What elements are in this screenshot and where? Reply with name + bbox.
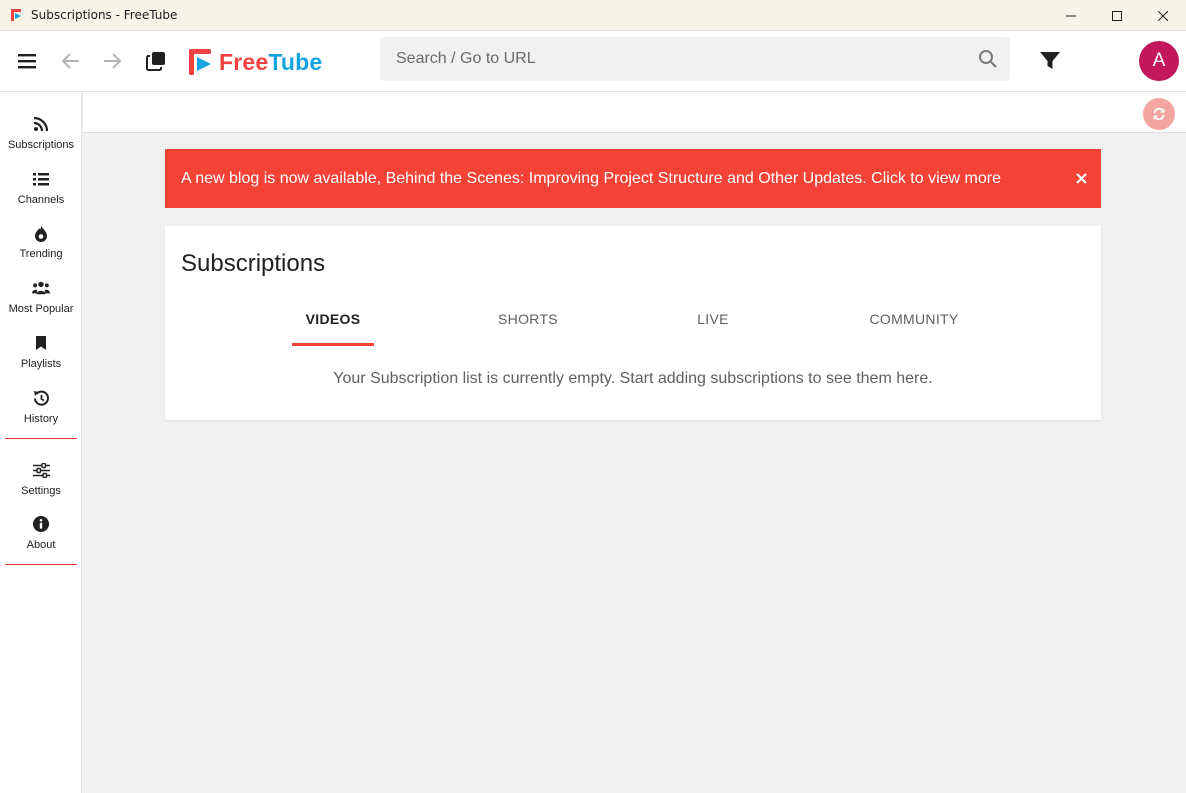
arrow-right-icon [104, 53, 122, 69]
maximize-button[interactable] [1094, 0, 1140, 31]
close-icon [1075, 172, 1087, 184]
tab-live[interactable]: LIVE [673, 311, 753, 327]
sidebar-item-label: Playlists [20, 358, 62, 370]
search-input[interactable] [396, 50, 956, 68]
sidebar-item-label: Subscriptions [7, 139, 75, 151]
arrow-left-icon [61, 53, 79, 69]
bookmark-icon [32, 334, 50, 352]
logo-text-free: Free [219, 48, 269, 75]
window-title: Subscriptions - FreeTube [31, 8, 178, 22]
search-icon[interactable] [978, 49, 998, 69]
sidebar-item-trending[interactable]: Trending [0, 215, 82, 267]
sidebar-item-label: About [26, 539, 56, 551]
filter-icon [1040, 52, 1060, 69]
freetube-app-icon [9, 7, 25, 23]
tab-videos[interactable]: VIDEOS [292, 311, 374, 327]
menu-button[interactable] [15, 49, 39, 73]
tab-shorts[interactable]: SHORTS [483, 311, 573, 327]
refresh-bar [83, 92, 1186, 133]
sidebar-item-playlists[interactable]: Playlists [0, 325, 82, 377]
sidebar-item-subscriptions[interactable]: Subscriptions [0, 106, 82, 158]
refresh-button[interactable] [1143, 98, 1175, 130]
logo-text-tube: Tube [268, 48, 323, 75]
blog-banner[interactable]: A new blog is now available, Behind the … [165, 149, 1101, 208]
banner-close-button[interactable] [1071, 168, 1091, 188]
sidebar-item-label: Trending [19, 248, 63, 260]
tab-community[interactable]: COMMUNITY [859, 311, 969, 327]
hamburger-icon [18, 54, 36, 69]
page-title: Subscriptions [181, 250, 326, 277]
logo-text: FreeTube [219, 49, 322, 76]
subscriptions-card: Subscriptions VIDEOS SHORTS LIVE COMMUNI… [165, 226, 1101, 420]
sidebar-item-history[interactable]: History [0, 380, 82, 432]
info-icon [32, 515, 50, 533]
top-nav: FreeTube A [0, 31, 1186, 92]
minimize-button[interactable] [1048, 0, 1094, 31]
sidebar-item-settings[interactable]: Settings [0, 452, 82, 504]
back-button[interactable] [58, 49, 82, 73]
sidebar-item-label: Most Popular [8, 303, 74, 315]
new-window-button[interactable] [144, 49, 168, 73]
freetube-logo-icon [189, 49, 211, 75]
sidebar: Subscriptions Channels Trending Most Pop… [0, 92, 82, 793]
fire-icon [32, 224, 50, 242]
sidebar-item-about[interactable]: About [0, 506, 82, 558]
sidebar-divider [5, 564, 77, 565]
clone-icon [146, 52, 165, 71]
empty-state-message: Your Subscription list is currently empt… [333, 370, 933, 387]
search-box[interactable] [380, 37, 1010, 81]
forward-button[interactable] [101, 49, 125, 73]
freetube-logo[interactable]: FreeTube [189, 48, 322, 76]
sidebar-item-label: Settings [21, 485, 61, 497]
sidebar-item-most-popular[interactable]: Most Popular [0, 270, 82, 322]
banner-text[interactable]: A new blog is now available, Behind the … [181, 170, 1001, 188]
sidebar-item-label: Channels [17, 194, 65, 206]
search-filter-button[interactable] [1038, 49, 1062, 73]
sidebar-item-channels[interactable]: Channels [0, 161, 82, 213]
close-window-button[interactable] [1140, 0, 1186, 31]
profile-avatar[interactable]: A [1139, 41, 1179, 81]
window-titlebar: Subscriptions - FreeTube [0, 0, 1186, 31]
list-icon [32, 170, 50, 188]
sidebar-divider [5, 438, 77, 439]
refresh-icon [1153, 107, 1165, 121]
active-tab-indicator [292, 343, 374, 346]
sidebar-item-label: History [23, 413, 59, 425]
users-icon [32, 279, 50, 297]
rss-icon [32, 115, 50, 133]
history-icon [32, 389, 50, 407]
sliders-icon [32, 461, 50, 479]
